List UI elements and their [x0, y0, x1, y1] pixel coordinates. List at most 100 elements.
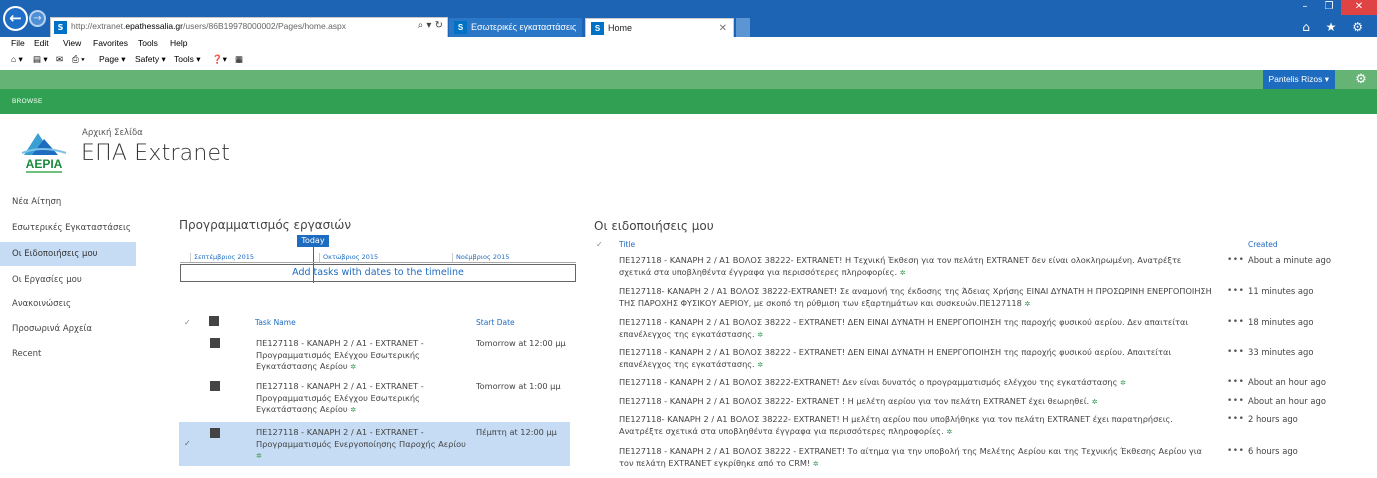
tab-label: Εσωτερικές εγκαταστάσεις: [471, 22, 577, 32]
print-dropdown[interactable]: ⎙ ▾: [72, 54, 85, 65]
task-checkbox[interactable]: [210, 338, 220, 348]
tab-eswterikes[interactable]: S Εσωτερικές εγκαταστάσεις: [449, 18, 582, 37]
notification-title-link[interactable]: ΠΕ127118 - ΚΑΝΑΡΗ 2 / Α1 ΒΟΛΟΣ 38222 - E…: [619, 347, 1214, 371]
new-tab-button[interactable]: [736, 18, 750, 37]
close-tab-icon[interactable]: ✕: [719, 19, 727, 38]
created-time: 11 minutes ago: [1248, 286, 1314, 296]
ellipsis-menu-icon[interactable]: •••: [1227, 286, 1244, 296]
notifications-webpart-title[interactable]: Οι ειδοποιήσεις μου: [594, 219, 714, 233]
column-header-created[interactable]: Created: [1248, 240, 1278, 249]
task-name-link[interactable]: ΠΕ127118 - ΚΑΝΑΡΗ 2 / Α1 - EXTRANET - Πρ…: [256, 381, 466, 417]
column-header-title[interactable]: Title: [619, 240, 635, 249]
notification-title-link[interactable]: ΠΕ127118 - ΚΑΝΑΡΗ 2 / Α1 ΒΟΛΟΣ 38222- EX…: [619, 396, 1214, 409]
new-item-icon: ✲: [757, 360, 764, 369]
menu-file[interactable]: File: [11, 38, 25, 48]
nav-eswterikes-egkatastaseis[interactable]: Εσωτερικές Εγκαταστάσεις: [0, 216, 136, 240]
new-item-icon: ✲: [946, 427, 953, 436]
menu-favorites[interactable]: Favorites: [93, 38, 128, 48]
ribbon-tab-browse[interactable]: BROWSE: [12, 98, 43, 105]
timeline-empty-box[interactable]: Add tasks with dates to the timeline: [180, 264, 576, 282]
menu-edit[interactable]: Edit: [34, 38, 49, 48]
task-start-date: Tomorrow at 1:00 μμ: [476, 381, 561, 391]
research-icon[interactable]: ▦: [235, 54, 243, 65]
created-time: About an hour ago: [1248, 396, 1326, 406]
select-all-checkmark-icon[interactable]: ✓: [596, 240, 603, 249]
notification-title-link[interactable]: ΠΕ127118 - ΚΑΝΑΡΗ 2 / Α1 ΒΟΛΟΣ 38222 - E…: [619, 446, 1214, 470]
ellipsis-menu-icon[interactable]: •••: [1227, 347, 1244, 357]
help-dropdown[interactable]: ❓▾: [212, 54, 227, 65]
task-name-link[interactable]: ΠΕ127118 - ΚΑΝΑΡΗ 2 / Α1 - EXTRANET - Πρ…: [256, 427, 466, 463]
nav-oi-ergasies-mou[interactable]: Οι Εργασίες μου: [0, 268, 136, 292]
back-button[interactable]: ←: [3, 6, 28, 31]
feeds-dropdown[interactable]: ▤ ▾: [33, 54, 48, 65]
notification-title-link[interactable]: ΠΕ127118- ΚΑΝΑΡΗ 2 / Α1 ΒΟΛΟΣ 38222-EXTR…: [619, 286, 1214, 310]
table-row[interactable]: ✓ ΠΕ127118 - ΚΑΝΑΡΗ 2 / Α1 - EXTRANET - …: [179, 422, 570, 466]
ellipsis-menu-icon[interactable]: •••: [1227, 396, 1244, 406]
tools-menu[interactable]: Tools ▾: [174, 54, 200, 65]
menu-view[interactable]: View: [63, 38, 81, 48]
site-title[interactable]: ΕΠΑ Extranet: [81, 141, 230, 166]
new-item-icon: ✲: [899, 268, 906, 277]
timeline-tick: [452, 253, 453, 262]
new-item-icon: ✲: [1091, 398, 1098, 406]
ellipsis-menu-icon[interactable]: •••: [1227, 414, 1244, 424]
tasks-webpart-title[interactable]: Προγραμματισμός εργασιών: [179, 218, 351, 232]
home-favorites-settings-icons[interactable]: ⌂ ★ ⚙: [1302, 20, 1369, 34]
created-time: 18 minutes ago: [1248, 317, 1314, 327]
menu-bar: File Edit View Favorites Tools Help: [0, 37, 1377, 50]
task-checkbox[interactable]: [210, 428, 220, 438]
address-url[interactable]: http://extranet.epathessalia.gr/users/86…: [71, 21, 346, 31]
task-name-link[interactable]: ΠΕ127118 - ΚΑΝΑΡΗ 2 / Α1 - EXTRANET - Πρ…: [256, 338, 466, 374]
forward-button[interactable]: →: [29, 10, 46, 27]
nav-nea-aitisi[interactable]: Νέα Αίτηση: [0, 190, 136, 214]
maximize-button[interactable]: ❐: [1317, 0, 1341, 15]
menu-help[interactable]: Help: [170, 38, 187, 48]
ellipsis-menu-icon[interactable]: •••: [1227, 446, 1244, 456]
notification-title-link[interactable]: ΠΕ127118 - ΚΑΝΑΡΗ 2 / Α1 ΒΟΛΟΣ 38222- EX…: [619, 255, 1214, 279]
safety-menu[interactable]: Safety ▾: [135, 54, 166, 65]
page-menu[interactable]: Page ▾: [99, 54, 125, 65]
user-menu[interactable]: Pantelis Rizos ▾: [1262, 70, 1335, 89]
nav-anakoinwseis[interactable]: Ανακοινώσεις: [0, 292, 136, 316]
column-header-start-date[interactable]: Start Date: [476, 318, 515, 327]
notification-title-link[interactable]: ΠΕ127118 - ΚΑΝΑΡΗ 2 / Α1 ΒΟΛΟΣ 38222 - E…: [619, 317, 1214, 341]
task-status-header-icon: [209, 316, 219, 326]
table-row[interactable]: ΠΕ127118 - ΚΑΝΑΡΗ 2 / Α1 - EXTRANET - Πρ…: [179, 334, 570, 374]
home-icon: ⌂: [11, 54, 17, 64]
minimize-button[interactable]: –: [1293, 0, 1317, 15]
created-time: About an hour ago: [1248, 377, 1326, 387]
created-time: 2 hours ago: [1248, 414, 1298, 424]
table-row[interactable]: ΠΕ127118 - ΚΑΝΑΡΗ 2 / Α1 - EXTRANET - Πρ…: [179, 377, 570, 419]
nav-oi-eidopoiiseis-mou[interactable]: Οι Ειδοποιήσεις μου: [0, 242, 136, 266]
feeds-icon: ▤: [33, 54, 42, 64]
ellipsis-menu-icon[interactable]: •••: [1227, 317, 1244, 327]
home-dropdown[interactable]: ⌂ ▾: [11, 54, 23, 65]
ellipsis-menu-icon[interactable]: •••: [1227, 377, 1244, 387]
arrow-left-icon: ←: [9, 9, 22, 27]
address-bar[interactable]: S http://extranet.epathessalia.gr/users/…: [50, 17, 448, 37]
menu-tools[interactable]: Tools: [138, 38, 158, 48]
select-all-checkmark-icon[interactable]: ✓: [184, 318, 191, 327]
ellipsis-menu-icon[interactable]: •••: [1227, 255, 1244, 265]
mail-icon: ✉: [56, 54, 64, 64]
timeline-tick: [319, 253, 320, 262]
print-icon: ⎙: [72, 54, 79, 64]
column-header-task-name[interactable]: Task Name: [255, 318, 296, 327]
nav-recent[interactable]: Recent: [0, 342, 136, 366]
breadcrumb-home[interactable]: Αρχική Σελίδα: [82, 128, 143, 138]
task-checkbox[interactable]: [210, 381, 220, 391]
timeline-today-marker: Today: [297, 235, 329, 247]
settings-gear-icon[interactable]: ⚙: [1353, 72, 1369, 88]
notification-title-link[interactable]: ΠΕ127118 - ΚΑΝΑΡΗ 2 / Α1 ΒΟΛΟΣ 38222-EXT…: [619, 377, 1214, 390]
row-checkmark-icon[interactable]: ✓: [184, 439, 191, 448]
site-logo[interactable]: ΑΕΡΙΑ: [18, 127, 70, 177]
close-window-button[interactable]: ✕: [1341, 0, 1377, 15]
search-refresh-icons[interactable]: ⌕ ▾ ↻: [418, 20, 443, 31]
nav-proswrina-arxeia[interactable]: Προσωρινά Αρχεία: [0, 317, 136, 341]
new-item-icon: ✲: [1024, 299, 1031, 308]
created-time: About a minute ago: [1248, 255, 1331, 265]
ribbon-bar: BROWSE: [0, 89, 1377, 114]
mail-dropdown[interactable]: ✉: [56, 54, 63, 65]
notification-title-link[interactable]: ΠΕ127118- ΚΑΝΑΡΗ 2 / Α1 ΒΟΛΟΣ 38222- EXT…: [619, 414, 1214, 438]
tab-home[interactable]: S Home ✕: [585, 18, 734, 37]
